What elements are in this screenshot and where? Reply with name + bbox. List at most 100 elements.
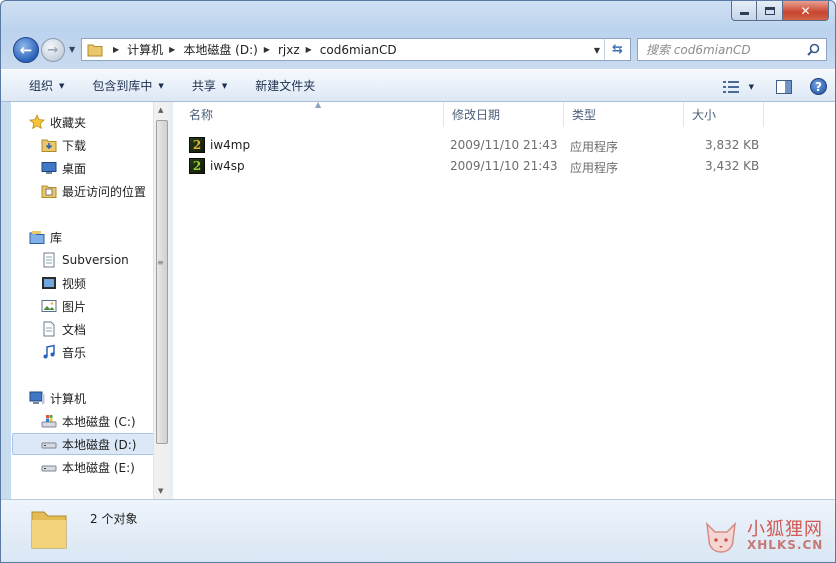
column-size-label: 大小 (692, 108, 717, 122)
column-name[interactable]: 名称 ▲ (181, 100, 444, 127)
recent-places-icon (41, 183, 57, 199)
nav-drive-d[interactable]: 本地磁盘 (D:) (12, 433, 156, 455)
column-type[interactable]: 类型 (564, 102, 684, 127)
nav-recent-places[interactable]: 最近访问的位置 (41, 180, 146, 202)
folder-icon (29, 506, 69, 553)
nav-pictures-label: 图片 (62, 299, 87, 314)
nav-drive-e[interactable]: 本地磁盘 (E:) (41, 456, 135, 478)
file-modified: 2009/11/10 21:43 (450, 159, 558, 173)
breadcrumb-separator[interactable]: ▶ (113, 45, 119, 54)
navigation-scrollbar[interactable]: ▲ ≡ ▼ (153, 102, 169, 499)
breadcrumb-current-folder[interactable]: cod6mianCD (320, 43, 397, 57)
include-in-library-label: 包含到库中 (92, 79, 153, 93)
chevron-down-icon: ▼ (748, 82, 754, 91)
address-bar[interactable]: ▶ 计算机 ▶ 本地磁盘 (D:) ▶ rjxz ▶ cod6mianCD ▼ … (81, 38, 631, 61)
file-name-cell: 2 iw4mp (189, 137, 250, 153)
breadcrumb-rjxz[interactable]: rjxz (278, 43, 300, 57)
nav-drive-c[interactable]: 本地磁盘 (C:) (41, 410, 136, 432)
nav-downloads[interactable]: 下载 (41, 134, 86, 156)
watermark-text: 小狐狸网 (747, 518, 823, 540)
change-view-button[interactable]: ▼ (722, 80, 754, 93)
minimize-button[interactable] (731, 1, 757, 21)
picture-library-icon (41, 298, 57, 314)
search-icon[interactable] (807, 43, 820, 59)
nav-favorites-label: 收藏夹 (50, 115, 87, 130)
search-input[interactable] (646, 42, 806, 57)
organize-label: 组织 (29, 79, 54, 93)
maximize-icon (764, 6, 775, 15)
maximize-button[interactable] (757, 1, 783, 21)
breadcrumb-computer[interactable]: 计算机 (127, 41, 163, 58)
application-icon: 2 (189, 137, 205, 153)
document-library-icon (41, 252, 57, 268)
documents-library-icon (41, 321, 57, 337)
nav-desktop-label: 桌面 (62, 161, 87, 176)
nav-desktop[interactable]: 桌面 (41, 157, 86, 179)
help-button[interactable]: ? (810, 78, 827, 95)
downloads-folder-icon (41, 137, 57, 153)
nav-drive-d-label: 本地磁盘 (D:) (62, 437, 137, 452)
nav-drive-c-label: 本地磁盘 (C:) (62, 414, 136, 429)
nav-recent-places-label: 最近访问的位置 (62, 184, 147, 199)
nav-favorites[interactable]: 收藏夹 (29, 111, 86, 133)
organize-button[interactable]: 组织 ▼ (15, 69, 78, 102)
column-size[interactable]: 大小 (684, 102, 764, 127)
nav-subversion[interactable]: Subversion (41, 249, 129, 271)
share-label: 共享 (191, 79, 216, 93)
table-row[interactable]: 2 iw4sp 2009/11/10 21:43 应用程序 3,432 KB (187, 156, 767, 177)
breadcrumb-separator[interactable]: ▶ (264, 45, 270, 54)
column-modified-label: 修改日期 (452, 108, 501, 122)
nav-videos-label: 视频 (62, 276, 87, 291)
table-row[interactable]: 2 iw4mp 2009/11/10 21:43 应用程序 3,832 KB (187, 135, 767, 156)
explorer-window: ✕ ← → ▼ ▶ 计算机 ▶ 本地磁盘 (D:) ▶ rjxz ▶ cod6m… (0, 0, 836, 563)
file-size: 3,432 KB (705, 159, 760, 173)
nav-pictures[interactable]: 图片 (41, 295, 86, 317)
file-size: 3,832 KB (705, 138, 760, 152)
watermark: 小狐狸网 XHLKS.CN (701, 513, 833, 559)
breadcrumb-separator[interactable]: ▶ (169, 45, 175, 54)
star-icon (29, 114, 45, 130)
include-in-library-button[interactable]: 包含到库中 ▼ (78, 69, 177, 102)
close-button[interactable]: ✕ (783, 1, 829, 21)
help-icon: ? (810, 78, 827, 95)
file-name-cell: 2 iw4sp (189, 158, 245, 174)
scrollbar-thumb[interactable] (156, 120, 168, 444)
system-drive-icon (41, 413, 57, 429)
file-name: iw4sp (210, 159, 245, 173)
navigation-bar: ← → ▼ ▶ 计算机 ▶ 本地磁盘 (D:) ▶ rjxz ▶ cod6mia… (1, 29, 835, 69)
column-modified[interactable]: 修改日期 (444, 102, 564, 127)
file-list: 名称 ▲ 修改日期 类型 大小 2 iw4mp 2009/11/10 21:43… (173, 100, 835, 499)
file-type: 应用程序 (570, 161, 619, 175)
nav-documents[interactable]: 文档 (41, 318, 86, 340)
nav-music-label: 音乐 (62, 345, 87, 360)
nav-libraries-label: 库 (50, 230, 63, 245)
fox-logo-icon (705, 521, 737, 553)
preview-pane-icon (776, 79, 792, 94)
chevron-down-icon: ▼ (158, 81, 164, 90)
address-history-dropdown[interactable]: ▼ (594, 46, 600, 55)
forward-button[interactable]: → (41, 38, 65, 62)
nav-computer[interactable]: 计算机 (29, 387, 86, 409)
arrow-left-icon: ← (19, 41, 33, 59)
refresh-button[interactable]: ⇆ (604, 39, 630, 60)
scroll-down-icon[interactable]: ▼ (158, 487, 163, 495)
recent-pages-button[interactable]: ▼ (69, 45, 75, 54)
nav-downloads-label: 下载 (62, 138, 87, 153)
folder-icon (87, 43, 103, 57)
scroll-up-icon[interactable]: ▲ (158, 106, 163, 114)
nav-computer-label: 计算机 (50, 391, 87, 406)
watermark-domain: XHLKS.CN (747, 538, 824, 553)
share-button[interactable]: 共享 ▼ (178, 69, 241, 102)
preview-pane-button[interactable] (776, 79, 792, 94)
new-folder-button[interactable]: 新建文件夹 (241, 69, 329, 102)
breadcrumb-separator[interactable]: ▶ (306, 45, 312, 54)
breadcrumb-drive-d[interactable]: 本地磁盘 (D:) (183, 41, 257, 58)
video-library-icon (41, 275, 57, 291)
nav-music[interactable]: 音乐 (41, 341, 86, 363)
back-button[interactable]: ← (13, 37, 39, 63)
chevron-down-icon: ▼ (221, 81, 228, 90)
file-modified: 2009/11/10 21:43 (450, 138, 558, 152)
nav-videos[interactable]: 视频 (41, 272, 86, 294)
chevron-down-icon: ▼ (69, 45, 76, 54)
nav-libraries[interactable]: 库 (29, 226, 62, 248)
